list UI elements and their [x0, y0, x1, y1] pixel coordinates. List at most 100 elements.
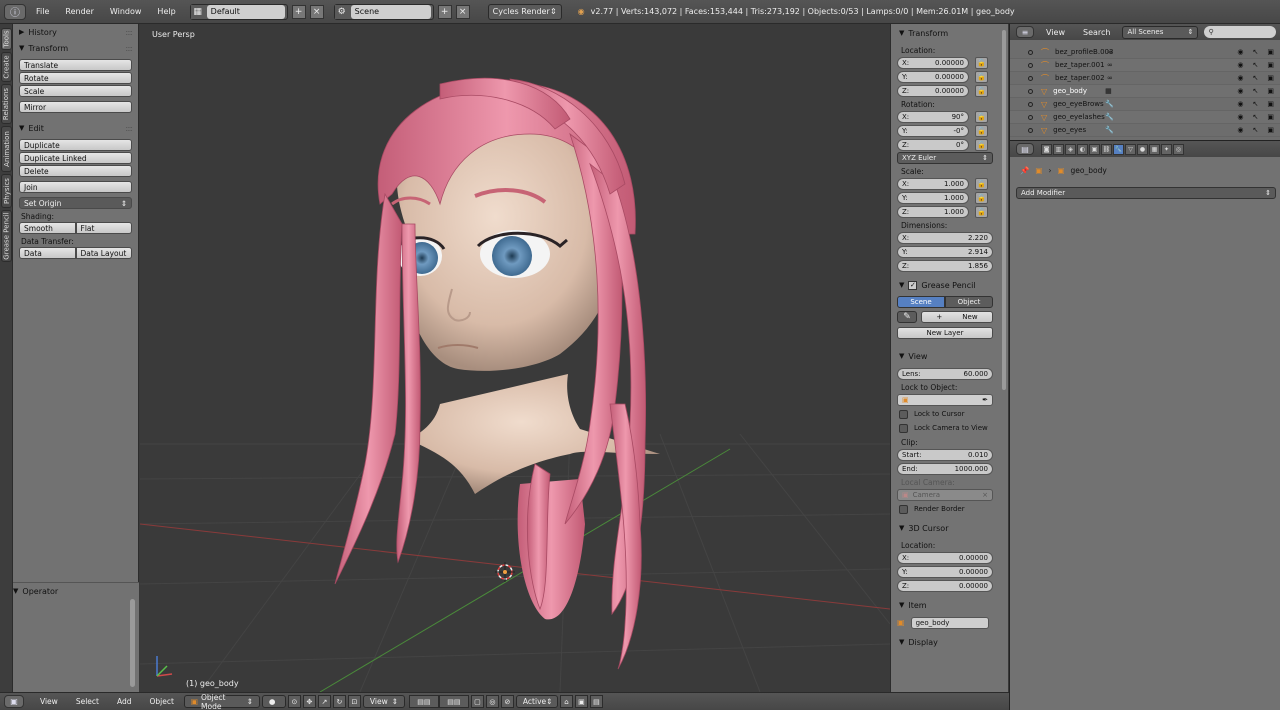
mode-dropdown[interactable]: ▣ Object Mode ⇕: [183, 693, 260, 710]
cursor-select-icon[interactable]: ↖: [1253, 48, 1259, 56]
physics-tab-icon[interactable]: ◎: [1173, 143, 1184, 155]
outliner-search-input[interactable]: ⚲: [1204, 26, 1277, 38]
tab-relations[interactable]: Relations: [1, 84, 12, 124]
scale-x-field[interactable]: X: 1.000: [897, 177, 969, 190]
outliner-editor-icon[interactable]: ≡: [1016, 26, 1034, 38]
3d-viewport[interactable]: User Persp (1) geo_body: [140, 24, 890, 692]
eye-icon[interactable]: ◉: [1237, 100, 1243, 108]
gp-object-toggle[interactable]: Object: [945, 296, 993, 308]
data-layout-button[interactable]: Data Layout: [75, 247, 132, 259]
lock-icon[interactable]: 🔓: [975, 110, 988, 123]
screen-layout-field[interactable]: Default: [206, 4, 285, 19]
scale-manip-icon[interactable]: ⊡: [347, 695, 361, 708]
scale-z-field[interactable]: Z: 1.000: [897, 205, 969, 218]
edit-panel-header[interactable]: ▼ Edit::::: [13, 120, 138, 136]
lock-icon[interactable]: 🔓: [975, 124, 988, 137]
camera-render-icon[interactable]: ▣: [1267, 100, 1274, 108]
add-scene-icon[interactable]: +: [437, 4, 452, 19]
eye-icon[interactable]: ◉: [1237, 74, 1243, 82]
translate-manip-icon[interactable]: ↗: [317, 695, 331, 708]
display-section-header[interactable]: ▼ Display: [891, 635, 1008, 649]
outliner-row-selected[interactable]: ▽ geo_body ▦ ◉ ↖ ▣: [1010, 85, 1280, 98]
location-x-field[interactable]: X: 0.00000: [897, 56, 969, 69]
add-modifier-dropdown[interactable]: Add Modifier ⇕: [1016, 187, 1276, 199]
clip-end-field[interactable]: End: 1000.000: [897, 462, 993, 475]
lock-icon[interactable]: 🔓: [975, 138, 988, 151]
world-tab-icon[interactable]: ◐: [1077, 143, 1088, 155]
rotation-x-field[interactable]: X: 90°: [897, 110, 969, 123]
editor-type-icon[interactable]: ▣: [4, 695, 24, 708]
camera-render-icon[interactable]: ▣: [1267, 113, 1274, 121]
menu-render[interactable]: Render: [59, 7, 99, 16]
scale-button[interactable]: Scale: [19, 85, 132, 97]
eye-icon[interactable]: ◉: [1237, 87, 1243, 95]
outliner-search-menu[interactable]: Search: [1077, 28, 1116, 37]
scale-y-field[interactable]: Y: 1.000: [897, 191, 969, 204]
manipulator-icon[interactable]: ✥: [302, 695, 316, 708]
duplicate-linked-button[interactable]: Duplicate Linked: [19, 152, 132, 164]
gp-scene-toggle[interactable]: Scene: [897, 296, 945, 308]
tab-grease-pencil[interactable]: Grease Pencil: [1, 210, 12, 262]
mirror-button[interactable]: Mirror: [19, 101, 132, 113]
layers-tab-icon[interactable]: ▥: [1053, 143, 1064, 155]
cursor-select-icon[interactable]: ↖: [1253, 74, 1259, 82]
outliner-row[interactable]: ⌒ bez_taper.001 ∞ ◉ ↖ ▣: [1010, 59, 1280, 72]
lock-icon[interactable]: 🔓: [975, 56, 988, 69]
history-panel-header[interactable]: ▶ History::::: [13, 24, 138, 40]
cursor-select-icon[interactable]: ↖: [1253, 126, 1259, 134]
outliner-row[interactable]: ▽ geo_eyes 🔧 ◉ ↖ ▣: [1010, 124, 1280, 137]
camera-render-icon[interactable]: ▣: [1267, 87, 1274, 95]
lock-icon[interactable]: 🔓: [975, 177, 988, 190]
outliner-filter-dropdown[interactable]: All Scenes ⇕: [1122, 25, 1199, 39]
outliner-row[interactable]: ▽ geo_eyeBrows 🔧 ◉ ↖ ▣: [1010, 98, 1280, 111]
viewport-shading-dropdown[interactable]: ●: [261, 695, 286, 708]
flat-button[interactable]: Flat: [75, 222, 132, 234]
layers-2-icon[interactable]: ▤▤: [438, 695, 469, 708]
eye-icon[interactable]: ◉: [1237, 126, 1243, 134]
pin-icon[interactable]: 📌: [1020, 166, 1029, 175]
transform-section-header[interactable]: ▼ Transform: [891, 26, 1008, 40]
cursor-y-field[interactable]: Y: 0.00000: [897, 565, 993, 578]
operator-scrollbar[interactable]: [130, 599, 135, 687]
outliner-view-menu[interactable]: View: [1040, 28, 1071, 37]
data-button[interactable]: Data: [19, 247, 76, 259]
eye-icon[interactable]: ◉: [1237, 48, 1243, 56]
cursor-z-field[interactable]: Z: 0.00000: [897, 579, 993, 592]
scene-selector[interactable]: ⚙ Scene: [333, 3, 434, 20]
pencil-icon[interactable]: ✎: [897, 311, 917, 323]
dimension-y-field[interactable]: Y: 2.914: [897, 245, 993, 258]
cursor-select-icon[interactable]: ↖: [1253, 113, 1259, 121]
outliner-row[interactable]: ▽ geo_eyelashes 🔧 ◉ ↖ ▣: [1010, 111, 1280, 124]
outliner-row[interactable]: ⌒ bez_taper.002 ∞ ◉ ↖ ▣: [1010, 72, 1280, 85]
gp-new-button[interactable]: + New: [921, 311, 993, 323]
lock-layer-icon[interactable]: ▢: [470, 695, 484, 708]
copy-layer-icon[interactable]: ▤: [589, 695, 603, 708]
dimension-z-field[interactable]: Z: 1.856: [897, 259, 993, 272]
remove-scene-icon[interactable]: ×: [455, 4, 470, 19]
menu-add[interactable]: Add: [109, 697, 140, 706]
menu-view[interactable]: View: [32, 697, 66, 706]
layers-1-icon[interactable]: ▤▤: [408, 695, 439, 708]
operator-panel-header[interactable]: ▼ Operator: [13, 583, 139, 599]
layers-grid[interactable]: ▤▤ ▤▤: [408, 695, 469, 708]
lock-icon[interactable]: 🔓: [975, 70, 988, 83]
rotation-mode-dropdown[interactable]: XYZ Euler ⇕: [897, 152, 993, 164]
checkbox-checked-icon[interactable]: ✓: [908, 280, 918, 290]
rotate-manip-icon[interactable]: ↻: [332, 695, 346, 708]
menu-object[interactable]: Object: [141, 697, 181, 706]
snap-element-dropdown[interactable]: Active ⇕: [515, 695, 558, 708]
camera-render-icon[interactable]: ▣: [1267, 48, 1274, 56]
editor-type-icon[interactable]: ⓘ: [4, 3, 26, 20]
set-origin-dropdown[interactable]: Set Origin ⇕: [19, 197, 132, 209]
lock-to-cursor-checkbox[interactable]: Lock to Cursor: [899, 408, 1008, 420]
properties-scrollbar[interactable]: [1002, 30, 1006, 390]
rotate-button[interactable]: Rotate: [19, 72, 132, 84]
item-name-field[interactable]: geo_body: [910, 616, 989, 629]
eye-icon[interactable]: ◉: [1237, 61, 1243, 69]
location-y-field[interactable]: Y: 0.00000: [897, 70, 969, 83]
snap-magnet-icon[interactable]: ⊘: [500, 695, 514, 708]
scene-field[interactable]: Scene: [350, 4, 431, 19]
scene-tab-icon[interactable]: ◈: [1065, 143, 1076, 155]
location-z-field[interactable]: Z: 0.00000: [897, 84, 969, 97]
render-border-checkbox[interactable]: Render Border: [899, 503, 1008, 515]
